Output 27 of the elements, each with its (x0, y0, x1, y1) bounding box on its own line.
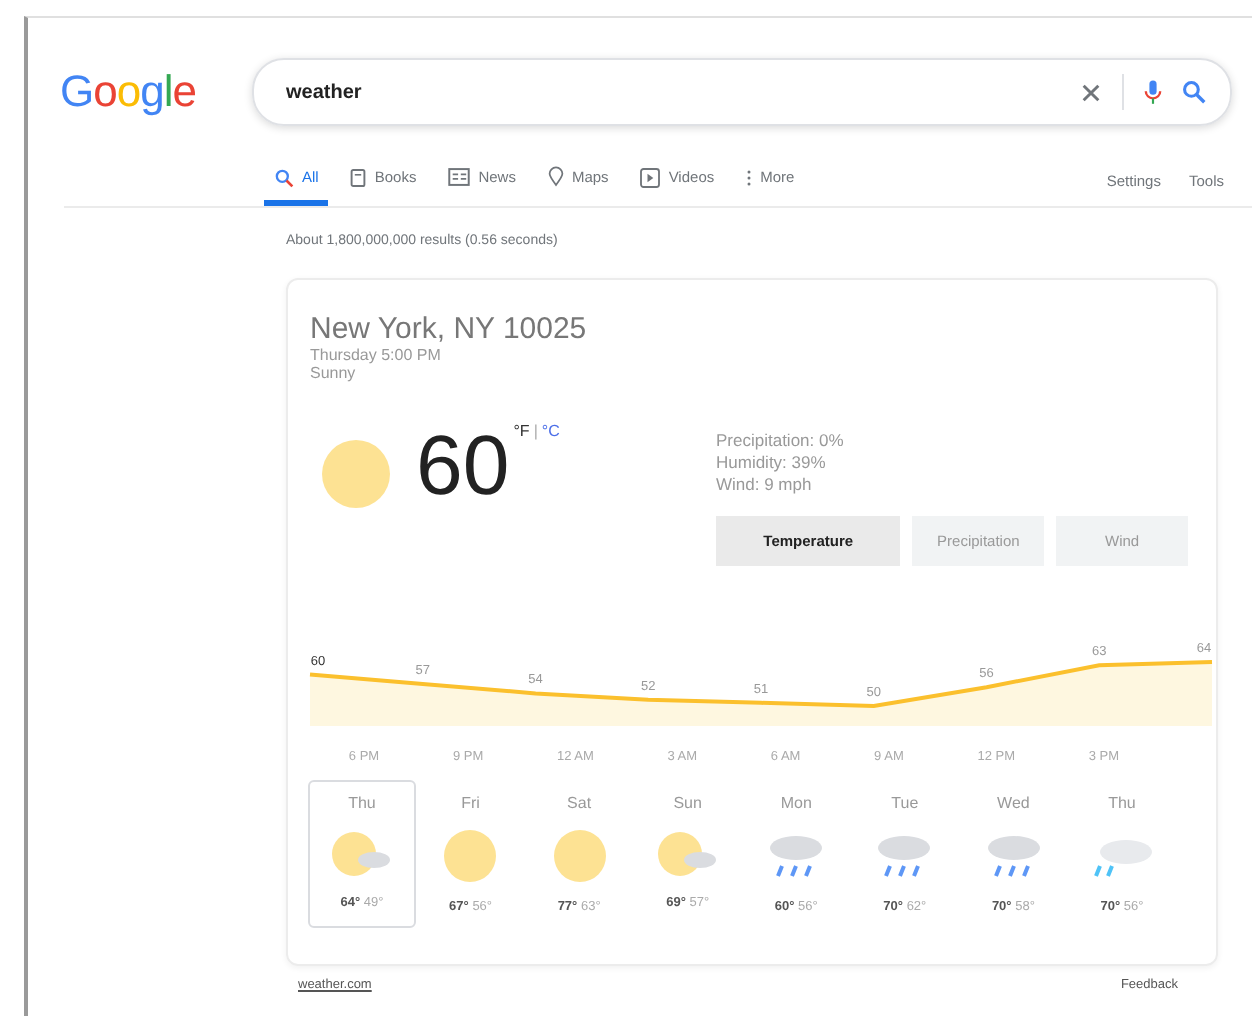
location-title: New York, NY 10025 (310, 312, 589, 346)
video-icon (640, 167, 661, 187)
newspaper-icon (448, 168, 471, 186)
unit-separator: | (533, 422, 538, 440)
condition-label: Sunny (310, 364, 358, 382)
sun-icon (551, 828, 608, 884)
search-query: weather (286, 81, 364, 103)
logo[interactable]: Google (60, 66, 216, 118)
more-icon (746, 167, 753, 187)
sun-icon (442, 828, 499, 884)
search-icon (274, 167, 294, 187)
weather-detail: Precipitation: 0% (716, 430, 846, 452)
weather-detail: Humidity: 39% (716, 452, 828, 474)
microphone-icon[interactable] (1144, 79, 1162, 105)
close-icon[interactable] (1080, 81, 1102, 103)
time-label: Thursday 5:00 PM (310, 346, 443, 364)
temperature-value: 60 (416, 422, 510, 510)
sun-cloud-icon (657, 828, 718, 880)
weather-detail: Wind: 9 mph (716, 474, 814, 496)
unit-toggle[interactable]: °F (513, 422, 530, 440)
sun-icon (320, 438, 392, 510)
search-icon[interactable] (1182, 80, 1206, 104)
search-field[interactable]: weather (252, 58, 1232, 126)
book-icon (350, 167, 367, 187)
unit-toggle[interactable]: °C (541, 422, 560, 440)
pin-icon (547, 166, 564, 188)
sun-cloud-icon (332, 828, 392, 880)
